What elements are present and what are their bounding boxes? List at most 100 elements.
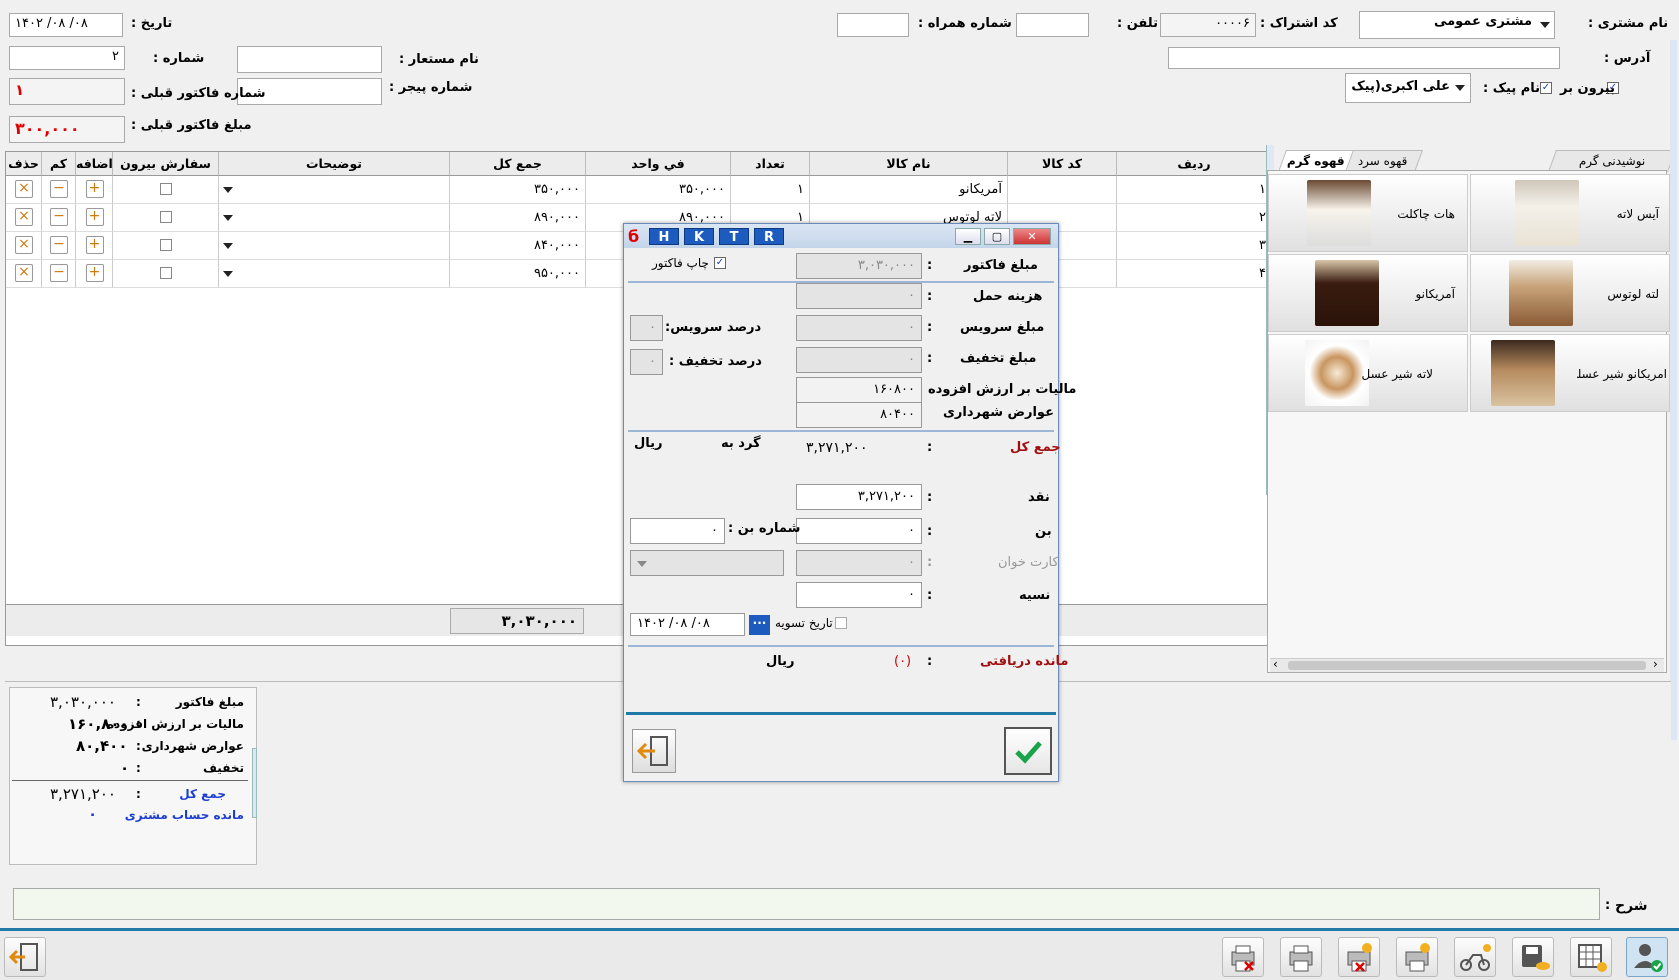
table-button[interactable]: [1570, 937, 1612, 977]
minus-icon[interactable]: −: [50, 208, 68, 226]
customer-select[interactable]: مشتری عمومی: [1359, 11, 1555, 39]
cell-unit[interactable]: ۳۵۰,۰۰۰: [586, 176, 731, 204]
plus-icon[interactable]: +: [85, 208, 104, 226]
address-field[interactable]: [1168, 47, 1560, 69]
credit-field[interactable]: ۰: [796, 582, 922, 608]
chevron-down-icon[interactable]: [1455, 85, 1465, 91]
cell-desc[interactable]: [219, 204, 450, 232]
confirm-user-button[interactable]: [1626, 937, 1668, 977]
prev-amount-field[interactable]: ۳۰۰,۰۰۰: [9, 116, 125, 143]
product-tile[interactable]: آیس لاته: [1470, 174, 1670, 252]
minus-icon[interactable]: −: [50, 236, 68, 254]
alias-field[interactable]: [237, 46, 382, 73]
mobile-field[interactable]: [837, 13, 909, 37]
cell-takeout[interactable]: [113, 232, 219, 260]
product-tile[interactable]: لاته شیر عسل: [1268, 334, 1468, 412]
cell-add[interactable]: +: [76, 260, 113, 288]
cell-del[interactable]: ×: [6, 232, 42, 260]
summary-splitter[interactable]: [252, 748, 257, 818]
discount-field[interactable]: ۰: [796, 347, 922, 373]
cell-less[interactable]: −: [42, 260, 76, 288]
number-field[interactable]: ۲: [9, 46, 125, 70]
courier-select[interactable]: علی اکبری(پیک موتو: [1345, 73, 1471, 103]
cell-add[interactable]: +: [76, 176, 113, 204]
close-button[interactable]: ✕: [1013, 228, 1051, 245]
tab-hot-drinks[interactable]: نوشیدنی گرم: [1547, 150, 1677, 172]
plus-icon[interactable]: +: [85, 264, 104, 282]
discount-pct-field[interactable]: ۰: [630, 349, 663, 375]
hotkey-r-button[interactable]: R: [754, 228, 784, 245]
cell-row[interactable]: ۱: [1117, 176, 1272, 204]
notes-field[interactable]: [13, 888, 1600, 920]
product-tile[interactable]: هات چاکلت: [1268, 174, 1468, 252]
hotkey-k-button[interactable]: K: [684, 228, 714, 245]
right-edge-splitter[interactable]: [1670, 40, 1677, 740]
chevron-down-icon[interactable]: [223, 271, 233, 277]
confirm-payment-button[interactable]: [1004, 727, 1052, 775]
print-money-button[interactable]: [1396, 937, 1438, 977]
plus-icon[interactable]: +: [85, 236, 104, 254]
delete-icon[interactable]: ×: [15, 208, 33, 226]
card-field[interactable]: ۰: [796, 550, 922, 576]
cell-less[interactable]: −: [42, 232, 76, 260]
product-tile[interactable]: امریکانو شیر عسلي: [1470, 334, 1670, 412]
delete-icon[interactable]: ×: [15, 264, 33, 282]
scroll-thumb[interactable]: [1288, 661, 1646, 670]
chevron-down-icon[interactable]: [223, 243, 233, 249]
print-button[interactable]: [1280, 937, 1322, 977]
cell-total[interactable]: ۹۵۰,۰۰۰: [450, 260, 586, 288]
delete-icon[interactable]: ×: [15, 236, 33, 254]
cell-qty[interactable]: ۱: [731, 176, 810, 204]
courier-checkbox[interactable]: ✓: [1540, 82, 1552, 94]
voucher-no-field[interactable]: ۰: [630, 518, 725, 544]
cell-less[interactable]: −: [42, 176, 76, 204]
chevron-down-icon[interactable]: [223, 215, 233, 221]
save-view-button[interactable]: [1512, 937, 1554, 977]
voucher-field[interactable]: ۰: [796, 518, 922, 544]
exit-button[interactable]: [4, 937, 46, 977]
delivery-button[interactable]: [1454, 937, 1496, 977]
plus-icon[interactable]: +: [85, 180, 104, 198]
cell-row[interactable]: ۳: [1117, 232, 1272, 260]
cell-takeout[interactable]: [113, 176, 219, 204]
cash-field[interactable]: ۳,۲۷۱,۲۰۰: [796, 484, 922, 510]
cell-less[interactable]: −: [42, 204, 76, 232]
sub-code-field[interactable]: ۰۰۰۰۶: [1160, 13, 1256, 37]
takeout-row-checkbox[interactable]: [160, 211, 172, 223]
cell-add[interactable]: +: [76, 204, 113, 232]
cell-del[interactable]: ×: [6, 176, 42, 204]
cell-total[interactable]: ۳۵۰,۰۰۰: [450, 176, 586, 204]
cell-total[interactable]: ۸۹۰,۰۰۰: [450, 204, 586, 232]
chevron-left-icon[interactable]: ‹: [1273, 657, 1278, 671]
print-cancel-button[interactable]: [1222, 937, 1264, 977]
cell-row[interactable]: ۲: [1117, 204, 1272, 232]
minus-icon[interactable]: −: [50, 180, 68, 198]
date-picker-button[interactable]: ···: [749, 615, 770, 635]
print-invoice-checkbox[interactable]: ✓: [714, 257, 726, 269]
chevron-down-icon[interactable]: [223, 187, 233, 193]
cell-code[interactable]: [1008, 176, 1117, 204]
cell-del[interactable]: ×: [6, 204, 42, 232]
phone-field[interactable]: [1016, 13, 1089, 37]
product-hscrollbar[interactable]: ‹ ›: [1270, 657, 1664, 672]
maximize-button[interactable]: ▢: [984, 228, 1010, 245]
product-tile[interactable]: آمریکانو: [1268, 254, 1468, 332]
cell-del[interactable]: ×: [6, 260, 42, 288]
takeout-row-checkbox[interactable]: [160, 239, 172, 251]
cell-desc[interactable]: [219, 176, 450, 204]
date-field[interactable]: ۱۴۰۲ /۰۸ /۰۸: [9, 13, 123, 37]
settle-checkbox[interactable]: [835, 617, 847, 629]
product-tile[interactable]: لته لوتوس: [1470, 254, 1670, 332]
chevron-down-icon[interactable]: [637, 561, 647, 567]
cell-takeout[interactable]: [113, 260, 219, 288]
hotkey-t-button[interactable]: T: [719, 228, 749, 245]
tab-hot-coffee[interactable]: قهوه گرم: [1277, 150, 1355, 172]
takeout-row-checkbox[interactable]: [160, 267, 172, 279]
prev-invoice-field[interactable]: ۱: [9, 78, 125, 105]
card-reader-select[interactable]: [630, 550, 784, 576]
tab-cold-coffee[interactable]: قهوه سرد: [1342, 150, 1424, 172]
shipping-field[interactable]: ۰: [796, 283, 922, 309]
cell-desc[interactable]: [219, 232, 450, 260]
settle-date-field[interactable]: ۱۴۰۲ /۰۸ /۰۸: [630, 613, 745, 636]
print-void-button[interactable]: [1338, 937, 1380, 977]
